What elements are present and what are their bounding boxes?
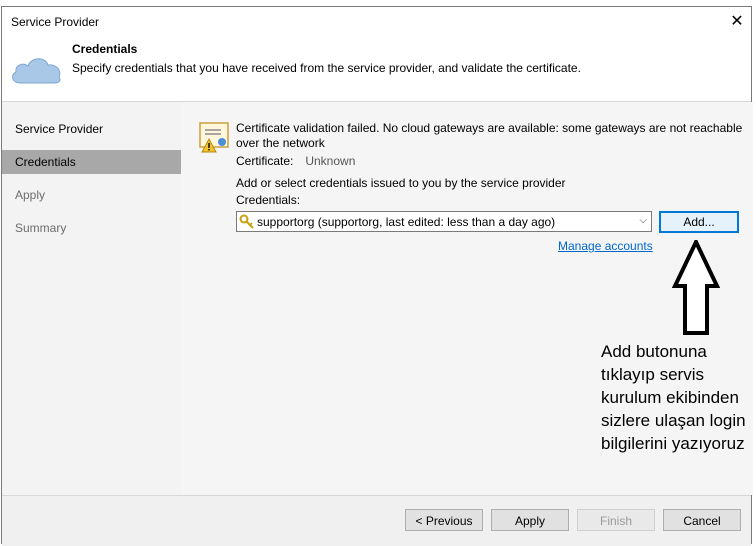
wizard-header: Credentials Specify credentials that you…	[2, 35, 751, 101]
page-title: Credentials	[72, 42, 138, 56]
apply-button[interactable]: Apply	[491, 509, 569, 531]
credentials-label: Credentials:	[236, 193, 301, 207]
certificate-value: Unknown	[305, 154, 356, 168]
step-service-provider[interactable]: Service Provider	[2, 117, 181, 141]
service-provider-dialog: Service Provider ✕ Credentials Specify c…	[1, 6, 753, 546]
window-title: Service Provider	[11, 15, 100, 29]
chevron-down-icon[interactable]: ⌵	[639, 215, 647, 226]
manage-accounts-link[interactable]: Manage accounts	[558, 239, 653, 253]
page-description: Specify credentials that you have receiv…	[72, 61, 581, 75]
wizard-footer: < Previous Apply Finish Cancel	[2, 495, 751, 546]
finish-button: Finish	[577, 509, 655, 531]
step-summary: Summary	[15, 221, 67, 235]
title-bar: Service Provider ✕	[2, 7, 751, 35]
cancel-button[interactable]: Cancel	[663, 509, 741, 531]
certificate-row: Certificate: Unknown	[236, 154, 355, 168]
step-credentials[interactable]: Credentials	[2, 150, 181, 174]
step-apply: Apply	[15, 188, 46, 202]
close-icon[interactable]: ✕	[723, 7, 751, 35]
annotation-note: Add butonuna tıklayıp servis kurulum eki…	[601, 342, 746, 453]
certificate-warning-icon	[199, 122, 229, 153]
credentials-dropdown[interactable]: supportorg (supportorg, last edited: les…	[236, 211, 652, 232]
certificate-label: Certificate:	[236, 154, 294, 168]
key-icon	[239, 214, 254, 229]
add-credentials-button[interactable]: Add...	[659, 211, 739, 233]
credentials-instruction: Add or select credentials issued to you …	[236, 176, 566, 190]
credentials-selected-value: supportorg (supportorg, last edited: les…	[257, 215, 556, 229]
validation-warning: Certificate validation failed. No cloud …	[236, 121, 743, 150]
wizard-steps: Service Provider Credentials Apply Summa…	[2, 102, 181, 495]
previous-button[interactable]: < Previous	[405, 509, 483, 531]
up-arrow-annotation	[672, 240, 720, 335]
cloud-icon	[12, 58, 61, 84]
